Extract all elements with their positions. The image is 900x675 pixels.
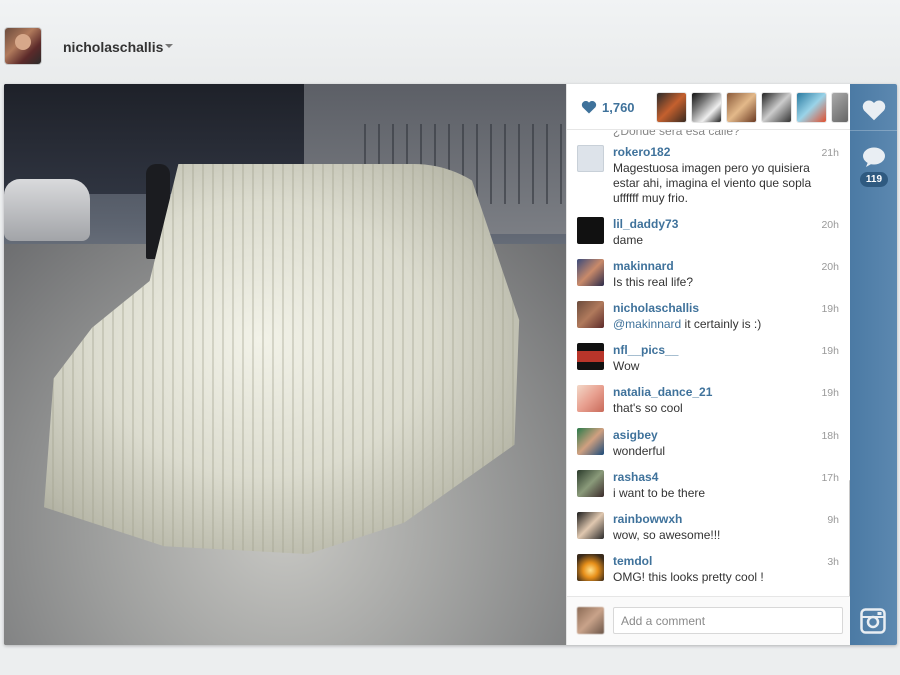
comment-input[interactable] xyxy=(613,607,843,634)
comments-panel: 1,760 ¿Dónde será esa calle? rokero182 2… xyxy=(566,84,851,645)
comment-avatar[interactable] xyxy=(577,470,604,497)
comment-avatar[interactable] xyxy=(577,217,604,244)
comment-text: that's so cool xyxy=(613,401,683,415)
divider xyxy=(850,130,897,131)
like-count[interactable]: 1,760 xyxy=(602,100,635,115)
comment-text: Magestuosa imagen pero yo quisiera estar… xyxy=(613,161,812,205)
comment-username[interactable]: makinnard xyxy=(613,259,674,273)
action-sidebar: 119 xyxy=(850,84,897,645)
comment-text: i want to be there xyxy=(613,486,706,500)
comment-avatar[interactable] xyxy=(577,554,604,581)
add-comment-bar xyxy=(567,596,851,645)
comment-text: wonderful xyxy=(613,444,666,458)
comment-time: 17h xyxy=(821,472,839,484)
comment-time: 18h xyxy=(821,430,839,442)
speech-bubble-icon xyxy=(862,147,885,167)
comment-time: 9h xyxy=(827,514,839,526)
likes-bar: 1,760 xyxy=(567,84,851,130)
top-bar: nicholaschallis xyxy=(0,0,900,84)
comment-username[interactable]: lil_daddy73 xyxy=(613,217,678,231)
comment-time: 19h xyxy=(821,387,839,399)
liker-avatar[interactable] xyxy=(657,93,686,122)
comment-username[interactable]: rokero182 xyxy=(613,145,670,159)
comment-text: wow, so awesome!!! xyxy=(613,528,721,542)
comment-avatar[interactable] xyxy=(577,428,604,455)
partial-comment-text: ¿Dónde será esa calle? xyxy=(613,130,740,138)
comment-button[interactable] xyxy=(850,142,897,172)
likers-list xyxy=(657,93,848,122)
comment-time: 21h xyxy=(821,147,839,159)
comment-avatar[interactable] xyxy=(577,301,604,328)
liker-avatar[interactable] xyxy=(727,93,756,122)
comment-username[interactable]: temdol xyxy=(613,554,652,568)
comment-username[interactable]: rashas4 xyxy=(613,470,658,484)
comment-avatar[interactable] xyxy=(577,259,604,286)
like-button[interactable] xyxy=(850,92,897,128)
comment-text: Is this real life? xyxy=(613,275,694,289)
current-user-avatar xyxy=(577,607,604,634)
instagram-camera-icon[interactable] xyxy=(860,608,886,634)
comment-text: Wow xyxy=(613,359,640,373)
comment-time: 19h xyxy=(821,303,839,315)
comment-list[interactable]: ¿Dónde será esa calle? rokero182 21h Mag… xyxy=(567,130,851,596)
comment-time: 3h xyxy=(827,556,839,568)
heart-icon[interactable] xyxy=(581,100,597,114)
comment-time: 19h xyxy=(821,345,839,357)
comment-avatar[interactable] xyxy=(577,343,604,370)
caret-down-icon[interactable] xyxy=(165,44,173,48)
comment-username[interactable]: nfl__pics__ xyxy=(613,343,678,357)
post-card: 1,760 ¿Dónde será esa calle? rokero182 2… xyxy=(4,84,897,645)
username-menu[interactable]: nicholaschallis xyxy=(63,39,163,55)
liker-avatar[interactable] xyxy=(762,93,791,122)
comment-username[interactable]: asigbey xyxy=(613,428,658,442)
comment-text: OMG! this looks pretty cool ! xyxy=(613,570,764,584)
profile-avatar[interactable] xyxy=(5,28,41,64)
comment-username[interactable]: rainbowwxh xyxy=(613,512,682,526)
liker-avatar[interactable] xyxy=(832,93,848,122)
comment-time: 20h xyxy=(821,219,839,231)
comment-text: dame xyxy=(613,233,644,247)
comment-avatar[interactable] xyxy=(577,145,604,172)
liker-avatar[interactable] xyxy=(797,93,826,122)
heart-icon xyxy=(862,100,885,121)
photo-background-car xyxy=(4,179,90,241)
comment-avatar[interactable] xyxy=(577,512,604,539)
comment-time: 20h xyxy=(821,261,839,273)
post-photo[interactable] xyxy=(4,84,566,645)
comment-mention-link[interactable]: @makinnard xyxy=(613,317,681,331)
comment-username[interactable]: nicholaschallis xyxy=(613,301,699,315)
comment-text-body: it certainly is :) xyxy=(681,317,762,331)
comment-username[interactable]: natalia_dance_21 xyxy=(613,385,712,399)
liker-avatar[interactable] xyxy=(692,93,721,122)
comment-count-badge: 119 xyxy=(860,172,888,187)
comment-text: @makinnard it certainly is :) xyxy=(613,317,833,332)
comment-avatar[interactable] xyxy=(577,385,604,412)
